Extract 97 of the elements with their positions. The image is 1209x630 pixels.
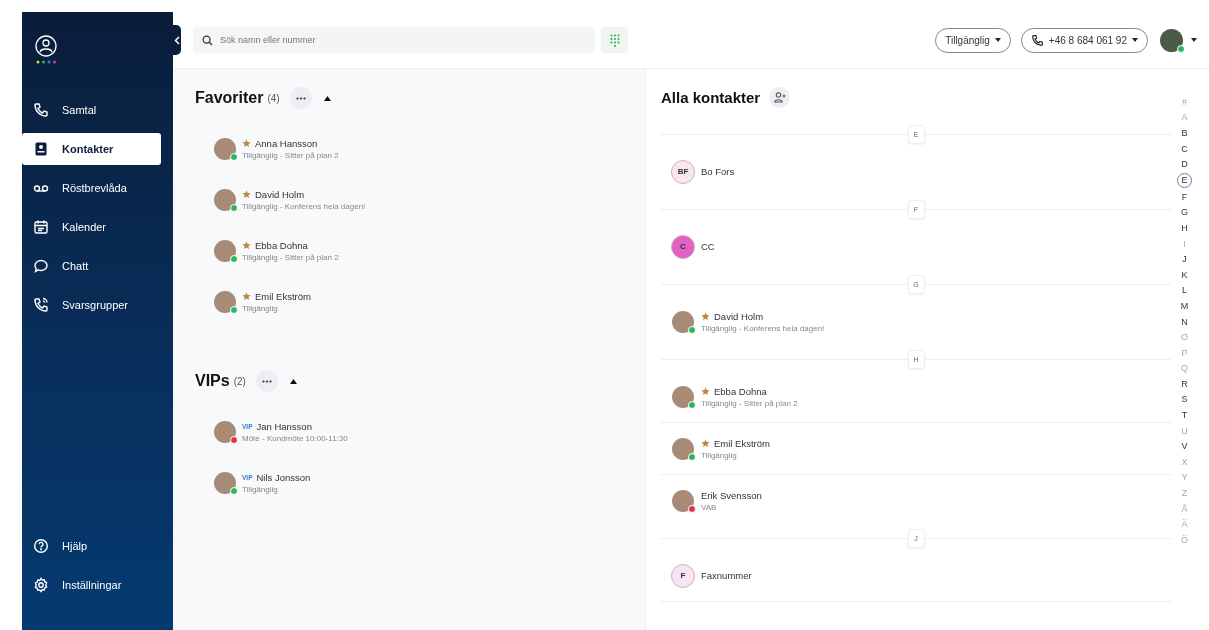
star-icon xyxy=(242,189,251,199)
initials-avatar: F xyxy=(671,563,695,588)
contact-name: CC xyxy=(701,241,715,252)
initials-avatar: BF xyxy=(671,159,695,184)
contact-name: Emil Ekström xyxy=(255,290,311,302)
avatar xyxy=(214,137,236,160)
avatar xyxy=(214,471,236,494)
help-icon xyxy=(33,538,49,554)
alphabet-index-letter[interactable]: S xyxy=(1177,391,1192,408)
group-count: (2) xyxy=(233,375,246,387)
avatar xyxy=(672,385,694,408)
contact-status: Tillgänglig - Sitter på plan 2 xyxy=(242,252,339,262)
user-menu-button[interactable] xyxy=(1160,28,1197,52)
add-contact-button[interactable] xyxy=(769,86,791,108)
contact-name: Faxnummer xyxy=(701,570,752,581)
nav-item[interactable]: Inställningar xyxy=(22,569,161,601)
alphabet-index-letter[interactable]: H xyxy=(1177,220,1192,236)
contact-name: David Holm xyxy=(255,188,305,200)
contact-card-icon xyxy=(33,141,49,157)
section-title: Alla kontakter xyxy=(661,88,761,106)
contact-status: Tillgänglig - Sitter på plan 2 xyxy=(242,150,339,160)
nav-item[interactable]: Röstbrevlåda xyxy=(22,172,161,204)
person-add-icon xyxy=(773,91,786,103)
contact-name: Ebba Dohna xyxy=(255,239,308,251)
star-icon xyxy=(242,240,251,250)
contact-name: David Holm xyxy=(714,310,764,322)
avatar xyxy=(214,188,236,211)
star-icon xyxy=(242,291,251,301)
search-icon xyxy=(202,35,213,46)
chevron-left-icon xyxy=(173,35,180,45)
contact-name: Erik Svensson xyxy=(701,489,762,501)
alphabet-index-letter[interactable]: N xyxy=(1177,313,1192,330)
contact-status: Tillgänglig xyxy=(242,303,279,313)
chat-bubble-icon xyxy=(33,258,49,274)
alphabet-index-letter[interactable]: T xyxy=(1177,407,1192,423)
status-dropdown[interactable]: Tillgänglig xyxy=(935,27,1011,53)
nav-item[interactable]: Hjälp xyxy=(22,530,161,562)
more-icon xyxy=(261,379,272,383)
group-title: VIPs xyxy=(195,372,230,390)
star-icon xyxy=(242,138,251,148)
contact-status: Tillgänglig xyxy=(701,450,738,460)
phone-icon xyxy=(1030,33,1044,47)
avatar xyxy=(214,290,236,313)
contact-name: Jan Hansson xyxy=(256,420,312,432)
avatar xyxy=(214,239,236,262)
logo-icon xyxy=(33,34,59,66)
caret-icon xyxy=(1132,38,1138,42)
settings-icon xyxy=(33,577,49,593)
contact-status: Tillgänglig - Konferens hela dagen! xyxy=(701,323,825,333)
initials-avatar: C xyxy=(671,234,695,259)
caret-icon xyxy=(1191,38,1197,42)
avatar xyxy=(672,489,694,512)
alphabet-index-letter[interactable]: V xyxy=(1177,438,1192,455)
contact-status: Tillgänglig - Sitter på plan 2 xyxy=(701,398,798,408)
group-title: Favoriter xyxy=(195,89,264,107)
contact-name: Emil Ekström xyxy=(714,437,770,449)
alphabet-index-letter[interactable]: C xyxy=(1177,140,1192,157)
alphabet-index-letter[interactable]: J xyxy=(1177,251,1192,267)
contact-status: Tillgänglig - Konferens hela dagen! xyxy=(242,201,366,211)
alphabet-index-letter[interactable]: L xyxy=(1177,282,1192,299)
alphabet-index-letter[interactable]: M xyxy=(1177,298,1192,314)
phone-icon xyxy=(33,102,49,118)
triangle-up-icon xyxy=(323,95,331,101)
avatar xyxy=(672,437,694,460)
contact-status: Tillgänglig xyxy=(242,484,279,494)
nav-item[interactable]: Samtal xyxy=(22,94,161,126)
nav-item[interactable]: Svarsgrupper xyxy=(22,289,161,321)
alphabet-index-letter[interactable]: G xyxy=(1177,204,1192,221)
alphabet-index-letter[interactable]: B xyxy=(1177,125,1192,141)
contact-status: Möte - Kundmöte 10:00-11:30 xyxy=(242,433,348,443)
more-button[interactable] xyxy=(289,87,312,109)
dialpad-icon xyxy=(609,33,620,47)
phone-group-icon xyxy=(33,297,49,313)
avatar xyxy=(1160,28,1183,52)
nav-item[interactable]: Kalender xyxy=(22,211,161,243)
phone-number-dropdown[interactable]: +46 8 684 061 92 xyxy=(1020,27,1148,53)
alphabet-index-letter[interactable]: F xyxy=(1177,188,1192,205)
calendar-icon xyxy=(33,219,49,235)
more-button[interactable] xyxy=(255,370,278,392)
triangle-up-icon xyxy=(289,378,297,384)
alphabet-index-letter[interactable]: R xyxy=(1177,376,1192,392)
group-count: (4) xyxy=(267,92,280,104)
nav-item[interactable]: Chatt xyxy=(22,250,161,282)
contact-name: Nils Jonsson xyxy=(256,471,311,483)
caret-icon xyxy=(994,38,1001,42)
alphabet-index-letter[interactable]: K xyxy=(1177,266,1192,283)
avatar xyxy=(214,420,236,443)
nav-item[interactable]: Kontakter xyxy=(22,133,161,165)
search-field[interactable]: Sök namn eller nummer xyxy=(193,27,595,53)
avatar xyxy=(672,310,694,333)
alphabet-index-letter[interactable]: D xyxy=(1177,156,1192,172)
more-icon xyxy=(295,96,306,100)
contact-status: VAB xyxy=(701,502,718,512)
contact-name: Bo Fors xyxy=(701,166,735,177)
contact-name: Anna Hansson xyxy=(255,137,318,149)
contact-name: Ebba Dohna xyxy=(714,385,767,397)
collapse-button[interactable] xyxy=(172,25,181,55)
